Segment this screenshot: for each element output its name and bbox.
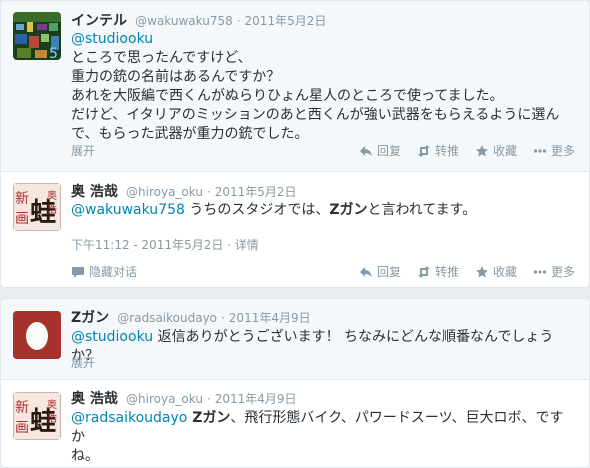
- tweet-text: @radsaikoudayo Zガン、飛行形態バイク、パワードスーツ、巨大ロボ、…: [71, 409, 576, 466]
- tweet-text-line: で、もらった武器が重力の銃でした。: [71, 126, 309, 142]
- more-icon: [533, 144, 547, 158]
- tweet[interactable]: 5 インテル @wakuwaku758 · 2011年5月2日 @studioo…: [1, 1, 589, 171]
- user-handle[interactable]: @hiroya_oku: [126, 185, 203, 199]
- svg-text:浩: 浩: [47, 204, 57, 216]
- favorite-label: 收藏: [492, 144, 517, 158]
- tweet-text-line: 重力の銃の名前はあるんですか？: [71, 69, 281, 85]
- tweet-timestamp-details[interactable]: 下午11:12 - 2011年5月2日 · 详情: [71, 237, 259, 253]
- tweet-header: 奥 浩哉 @hiroya_oku · 2011年4月9日: [71, 390, 297, 409]
- tweet-text-line: ね。: [71, 448, 99, 464]
- more-button[interactable]: 更多: [533, 143, 575, 159]
- hide-conversation-link[interactable]: 隐藏对话: [71, 264, 137, 280]
- svg-text:新: 新: [15, 400, 29, 416]
- svg-text:画: 画: [15, 211, 29, 227]
- retweet-icon: [417, 144, 431, 158]
- avatar[interactable]: 5: [13, 12, 61, 60]
- tweet-text-part: と言われてます。: [367, 202, 477, 218]
- tweet-header: Zガン @radsaikoudayo · 2011年4月9日: [71, 309, 311, 328]
- hashtag-word: Zガン: [329, 202, 368, 218]
- tweet-date[interactable]: · 2011年4月9日: [221, 311, 310, 325]
- timeline-stream: 5 インテル @wakuwaku758 · 2011年5月2日 @studioo…: [0, 0, 590, 468]
- user-name[interactable]: 奥 浩哉: [71, 391, 118, 407]
- tweet-date[interactable]: · 2011年5月2日: [207, 185, 296, 199]
- svg-text:浩: 浩: [47, 413, 57, 425]
- tweet-header: 奥 浩哉 @hiroya_oku · 2011年5月2日: [71, 183, 297, 202]
- more-button[interactable]: 更多: [533, 264, 575, 280]
- reply-label: 回复: [376, 265, 401, 279]
- user-handle[interactable]: @radsaikoudayo: [117, 311, 217, 325]
- tweet-text-line: あれを大阪編で西くんがぬらりひょん星人のところで使ってました。: [71, 88, 504, 104]
- favorite-button[interactable]: 收藏: [475, 143, 517, 159]
- tweet-text-part: うちのスタジオでは、: [184, 202, 330, 218]
- more-label: 更多: [550, 265, 575, 279]
- retweet-button[interactable]: 转推: [417, 264, 459, 280]
- tweet-text-line: ところで思ったんですけど、: [71, 50, 252, 66]
- retweet-button[interactable]: 转推: [417, 143, 459, 159]
- reply-button[interactable]: 回复: [359, 143, 401, 159]
- reply-icon: [359, 144, 373, 158]
- tweet-date[interactable]: · 2011年5月2日: [237, 14, 326, 28]
- retweet-icon: [417, 265, 431, 279]
- avatar[interactable]: [13, 311, 61, 359]
- tweet-header: インテル @wakuwaku758 · 2011年5月2日: [71, 12, 326, 31]
- svg-text:新: 新: [15, 191, 29, 207]
- retweet-label: 转推: [434, 144, 459, 158]
- mention-link[interactable]: @studiooku: [71, 31, 153, 47]
- more-label: 更多: [550, 144, 575, 158]
- mention-link[interactable]: @wakuwaku758: [71, 202, 185, 218]
- reply-icon: [359, 265, 373, 279]
- star-icon: [475, 144, 489, 158]
- svg-text:奥: 奥: [47, 398, 57, 411]
- expand-link[interactable]: 展开: [71, 143, 95, 159]
- tweet-date[interactable]: · 2011年4月9日: [207, 392, 296, 406]
- tweet-text: @wakuwaku758 うちのスタジオでは、Zガンと言われてます。: [71, 201, 576, 220]
- tweet-text-line: だけど、イタリアのミッションのあと西くんが強い武器をもらえるように選ん: [71, 107, 560, 123]
- expand-link[interactable]: 展开: [71, 355, 95, 371]
- avatar[interactable]: 新 画 蛙 奥 浩: [13, 392, 61, 440]
- tweet-text: @studiooku 返信ありがとうございます！ ちなみにどんな順番なんでしょう…: [71, 328, 576, 366]
- user-handle[interactable]: @hiroya_oku: [126, 392, 203, 406]
- conversation-group: Zガン @radsaikoudayo · 2011年4月9日 @studiook…: [0, 298, 590, 468]
- reply-button[interactable]: 回复: [359, 264, 401, 280]
- mention-link[interactable]: @studiooku: [71, 329, 153, 345]
- user-name[interactable]: 奥 浩哉: [71, 184, 118, 200]
- star-icon: [475, 265, 489, 279]
- chat-bubble-icon: [71, 265, 85, 279]
- favorite-button[interactable]: 收藏: [475, 264, 517, 280]
- favorite-label: 收藏: [492, 265, 517, 279]
- mention-link[interactable]: @radsaikoudayo: [71, 410, 187, 426]
- svg-text:奥: 奥: [47, 189, 57, 202]
- conversation-group: 5 インテル @wakuwaku758 · 2011年5月2日 @studioo…: [0, 0, 590, 288]
- svg-text:5: 5: [49, 46, 58, 60]
- tweet[interactable]: 新 画 蛙 奥 浩 奥 浩哉 @hiroya_oku · 2011年5月2日 @…: [1, 172, 589, 287]
- tweet-text: @studiooku ところで思ったんですけど、 重力の銃の名前はあるんですか？…: [71, 30, 576, 144]
- retweet-label: 转推: [434, 265, 459, 279]
- tweet-actions: 回复 转推 收藏 更多: [359, 264, 575, 280]
- svg-text:画: 画: [15, 420, 29, 436]
- tweet[interactable]: Zガン @radsaikoudayo · 2011年4月9日 @studiook…: [1, 299, 589, 379]
- user-name[interactable]: インテル: [71, 13, 127, 29]
- hashtag-word: Zガン: [187, 410, 231, 426]
- tweet-actions: 回复 转推 收藏 更多: [359, 143, 575, 159]
- more-icon: [533, 265, 547, 279]
- user-handle[interactable]: @wakuwaku758: [135, 14, 233, 28]
- user-name[interactable]: Zガン: [71, 310, 109, 326]
- reply-label: 回复: [376, 144, 401, 158]
- avatar[interactable]: 新 画 蛙 奥 浩: [13, 183, 61, 231]
- tweet[interactable]: 新 画 蛙 奥 浩 奥 浩哉 @hiroya_oku · 2011年4月9日 @…: [1, 380, 589, 467]
- hide-conversation-label: 隐藏对话: [89, 265, 138, 279]
